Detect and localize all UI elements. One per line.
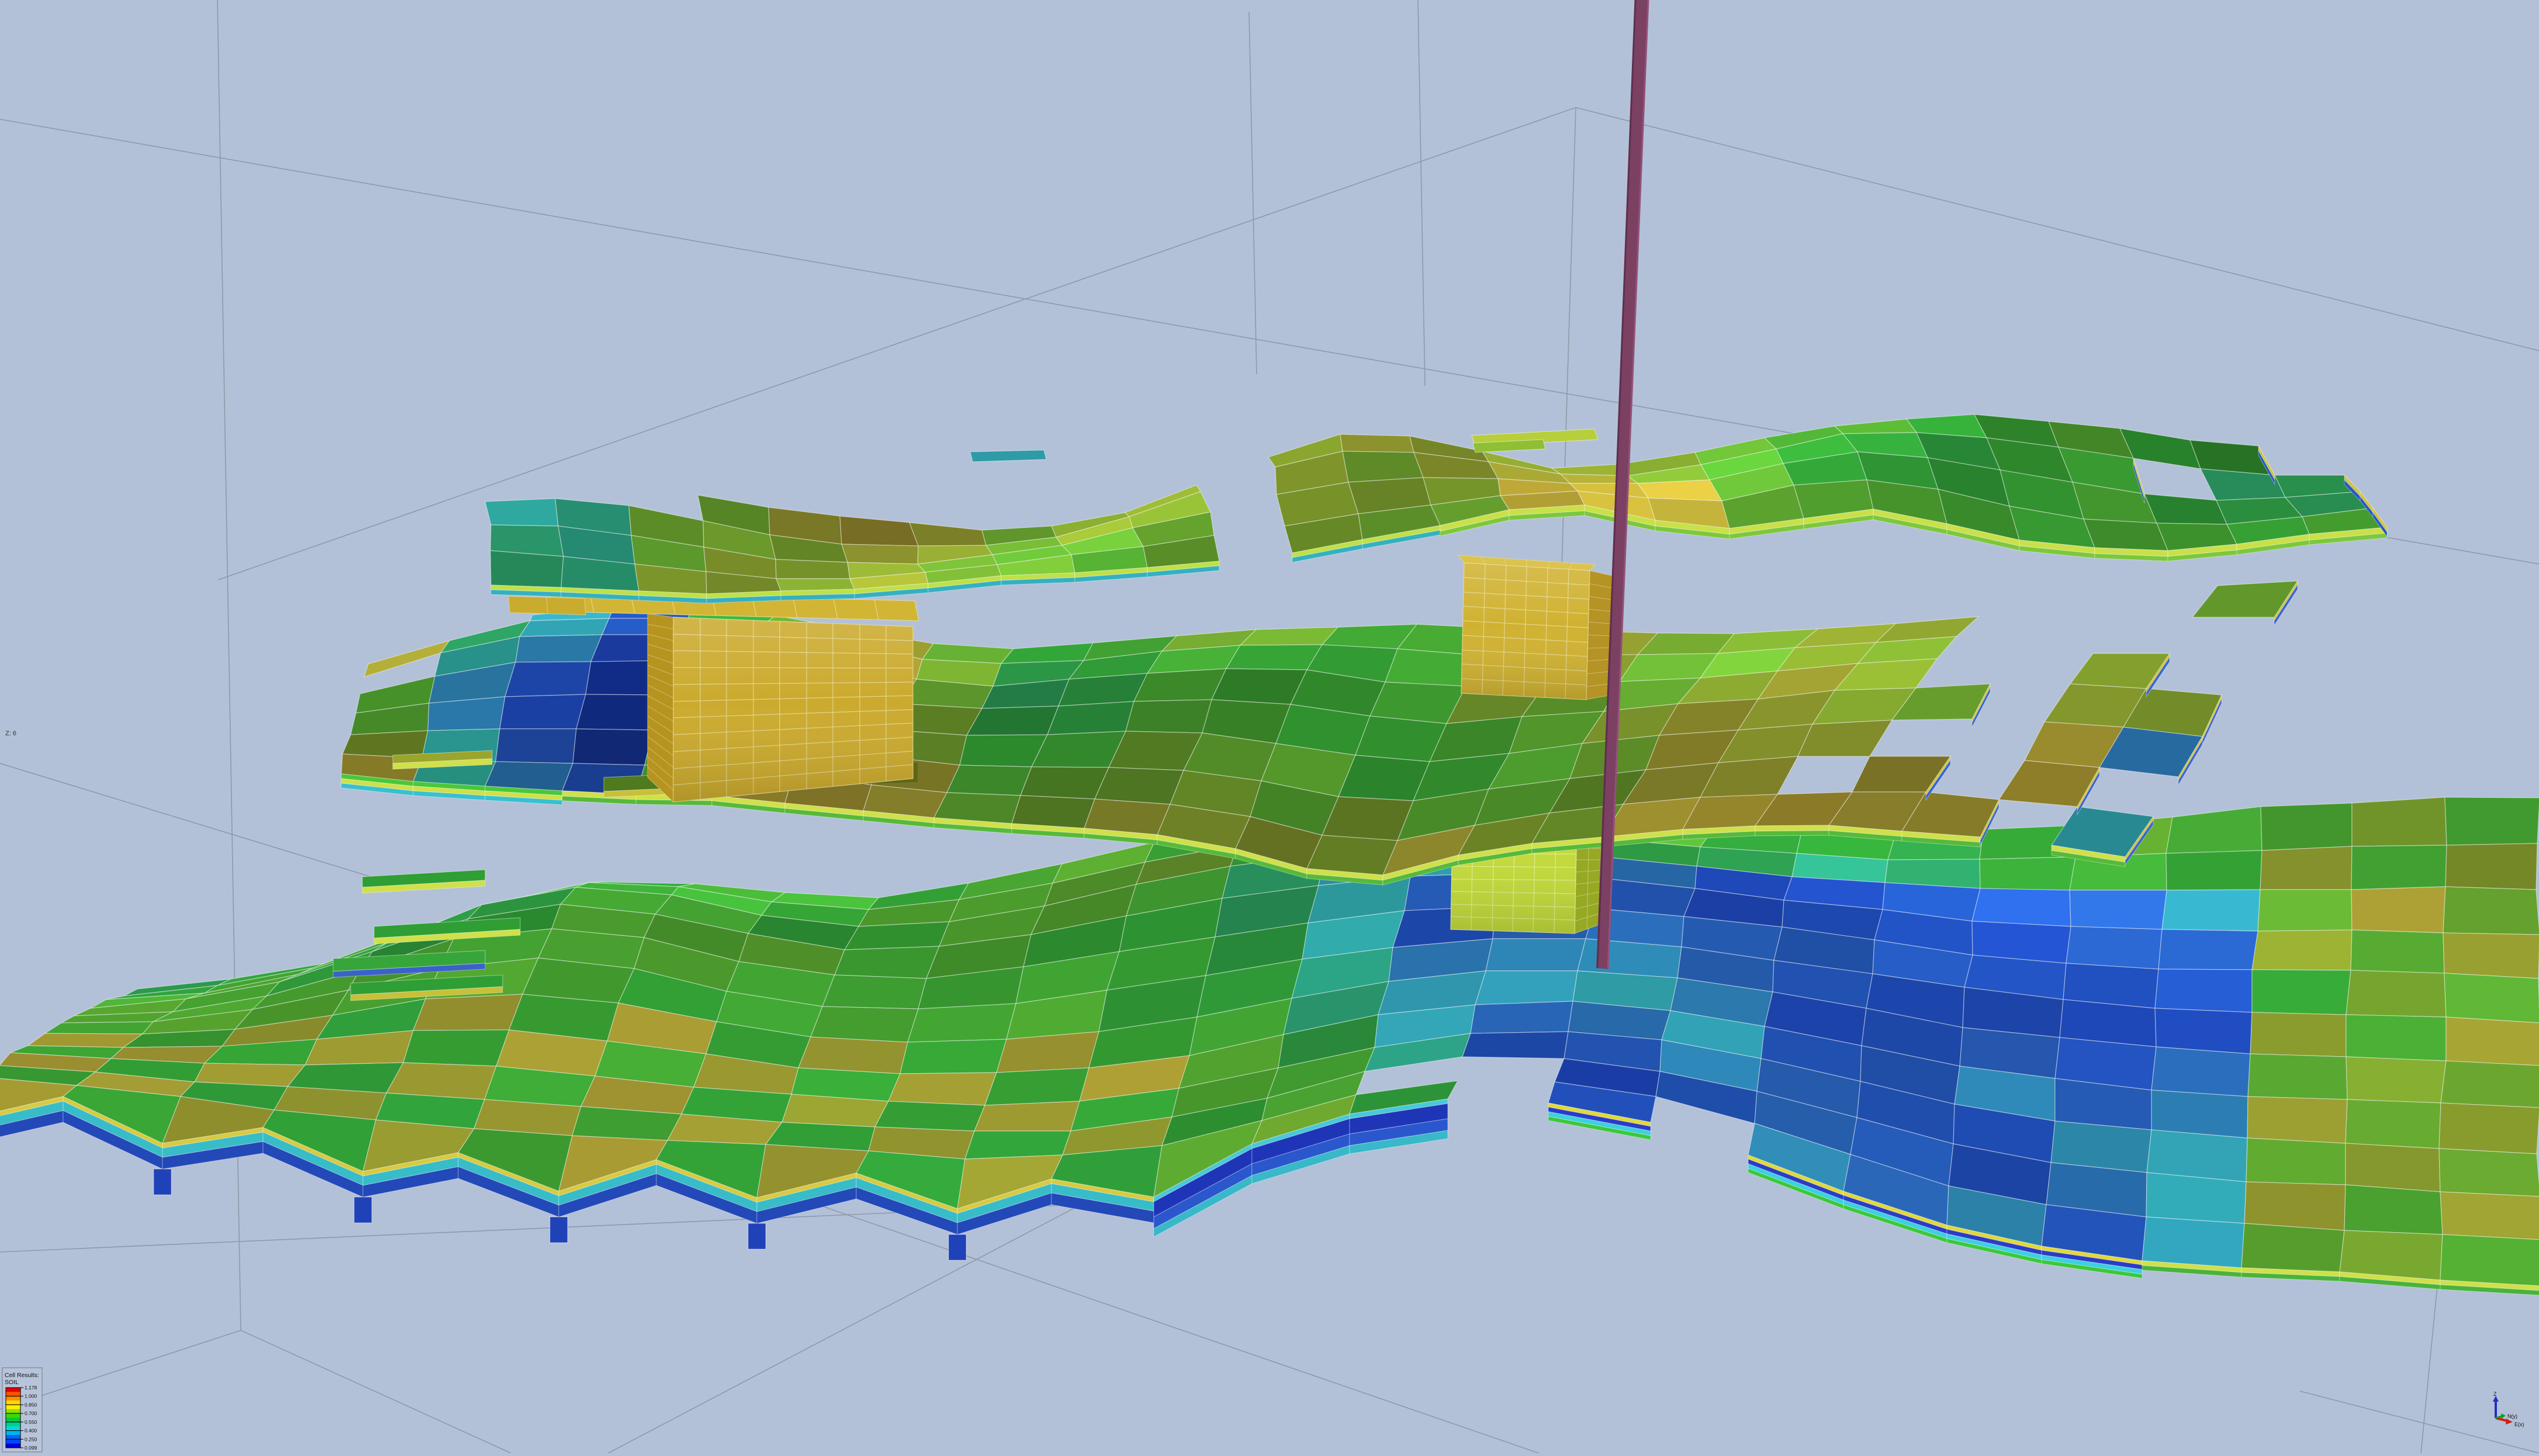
svg-text:0.400: 0.400 — [25, 1428, 37, 1434]
svg-text:Z: Z — [2493, 1391, 2497, 1397]
svg-text:Z: 6: Z: 6 — [5, 730, 16, 737]
svg-text:Cell Results:: Cell Results: — [5, 1372, 39, 1379]
svg-text:E(x): E(x) — [2514, 1422, 2524, 1427]
svg-text:0.099: 0.099 — [25, 1445, 37, 1451]
svg-text:1.000: 1.000 — [25, 1393, 37, 1399]
svg-text:0.550: 0.550 — [25, 1419, 37, 1425]
svg-text:N(y): N(y) — [2507, 1413, 2517, 1419]
svg-text:0.850: 0.850 — [25, 1402, 37, 1407]
svg-text:0.250: 0.250 — [25, 1436, 37, 1442]
svg-text:0.700: 0.700 — [25, 1410, 37, 1416]
svg-text:SOIL: SOIL — [5, 1379, 19, 1386]
svg-text:1.178: 1.178 — [25, 1385, 37, 1391]
